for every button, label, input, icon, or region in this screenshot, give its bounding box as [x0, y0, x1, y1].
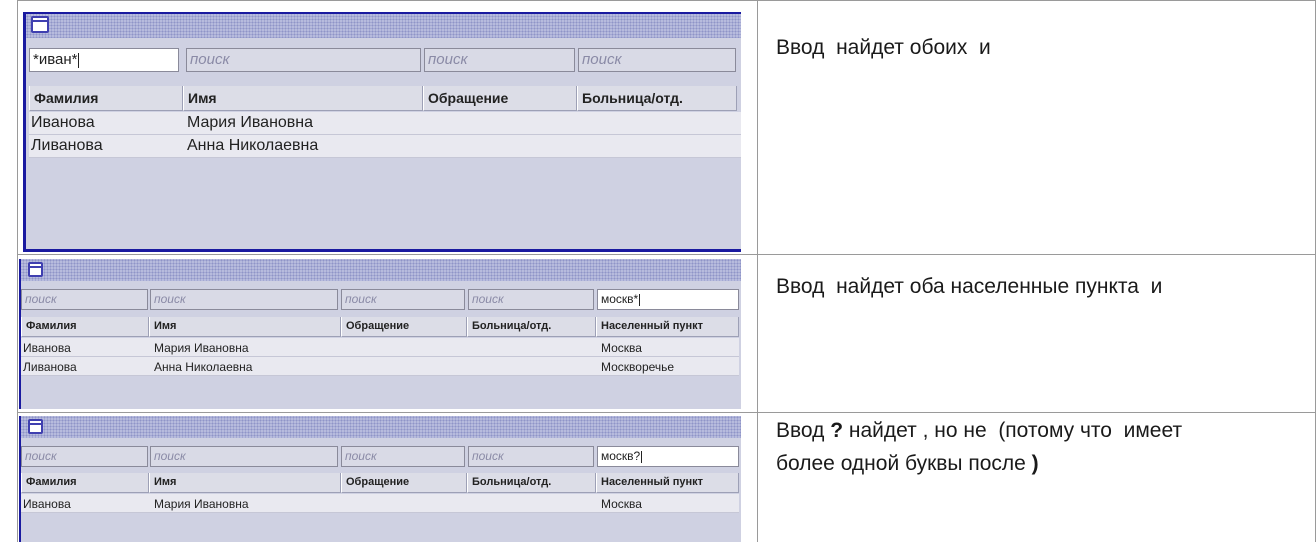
column-header-name[interactable]: Имя — [149, 317, 341, 337]
column-header-hospital[interactable]: Больница/отд. — [577, 86, 737, 111]
search-input-surname[interactable]: поиск — [21, 446, 148, 467]
cell-surname: Иванова — [23, 497, 71, 511]
window-icon[interactable] — [31, 16, 49, 33]
search-input-surname[interactable]: поиск — [21, 289, 148, 310]
column-header-name[interactable]: Имя — [183, 86, 423, 111]
column-header-surname[interactable]: Фамилия — [21, 473, 149, 493]
table-top-border — [17, 0, 1316, 1]
search-input-name[interactable]: поиск — [150, 446, 338, 467]
column-header-salutation[interactable]: Обращение — [341, 473, 467, 493]
row-divider-2 — [17, 412, 1316, 413]
cell-locality: Москва — [601, 341, 642, 355]
window-border-left — [19, 259, 21, 409]
window-icon[interactable] — [28, 262, 43, 277]
description-3: Ввод ? найдет , но не (потому что имеет … — [776, 419, 1183, 475]
cell-surname: Иванова — [23, 341, 71, 355]
search-input-salutation[interactable]: поиск — [341, 446, 465, 467]
column-header-hospital[interactable]: Больница/отд. — [467, 317, 596, 337]
column-header-locality[interactable]: Населенный пункт — [596, 317, 739, 337]
cell-name: Мария Ивановна — [154, 497, 249, 511]
search-input-salutation[interactable]: поиск — [341, 289, 465, 310]
search-input-name[interactable]: поиск — [150, 289, 338, 310]
window-border-bottom — [23, 249, 741, 252]
search-window-1: *иван* поиск поиск поиск Фамилия Имя Обр… — [23, 12, 741, 252]
column-header-surname[interactable]: Фамилия — [29, 86, 183, 111]
search-input-hospital[interactable]: поиск — [468, 289, 594, 310]
column-header-hospital[interactable]: Больница/отд. — [467, 473, 596, 493]
table-row[interactable] — [29, 112, 741, 135]
search-input-hospital[interactable]: поиск — [578, 48, 736, 72]
search-input-locality[interactable]: москв? — [597, 446, 739, 467]
window-border-left — [19, 416, 21, 542]
search-input-salutation[interactable]: поиск — [424, 48, 575, 72]
column-header-name[interactable]: Имя — [149, 473, 341, 493]
cell-locality: Москва — [601, 497, 642, 511]
cell-surname: Ливанова — [23, 360, 77, 374]
table-row[interactable] — [29, 135, 741, 158]
row-divider-1 — [17, 254, 1316, 255]
window-border-top — [23, 12, 741, 14]
cell-name: Мария Ивановна — [187, 114, 314, 131]
window-icon[interactable] — [28, 419, 43, 434]
column-header-locality[interactable]: Населенный пункт — [596, 473, 739, 493]
cell-locality: Москворечье — [601, 360, 675, 374]
table-left-border — [17, 0, 18, 542]
search-input-surname[interactable]: *иван* — [29, 48, 179, 72]
cell-surname: Иванова — [31, 114, 95, 131]
search-input-hospital[interactable]: поиск — [468, 446, 594, 467]
search-input-name[interactable]: поиск — [186, 48, 421, 72]
cell-name: Анна Николаевна — [187, 137, 319, 154]
cell-surname: Ливанова — [31, 137, 103, 154]
window-border-left — [23, 12, 26, 252]
table-divider — [757, 0, 758, 542]
description-1: Ввод найдет обоих и — [776, 36, 991, 59]
column-header-salutation[interactable]: Обращение — [341, 317, 467, 337]
cell-name: Мария Ивановна — [154, 341, 249, 355]
column-header-salutation[interactable]: Обращение — [423, 86, 577, 111]
search-window-3: поиск поиск поиск поиск москв? Фамилия И… — [19, 416, 741, 542]
search-input-locality[interactable]: москв* — [597, 289, 739, 310]
window-titlebar[interactable] — [19, 259, 741, 281]
column-header-surname[interactable]: Фамилия — [21, 317, 149, 337]
cell-name: Анна Николаевна — [154, 360, 253, 374]
window-titlebar[interactable] — [19, 416, 741, 438]
window-titlebar[interactable] — [23, 12, 741, 38]
search-window-2: поиск поиск поиск поиск москв* Фамилия И… — [19, 259, 741, 409]
description-2: Ввод найдет оба населенные пункта и — [776, 275, 1163, 298]
